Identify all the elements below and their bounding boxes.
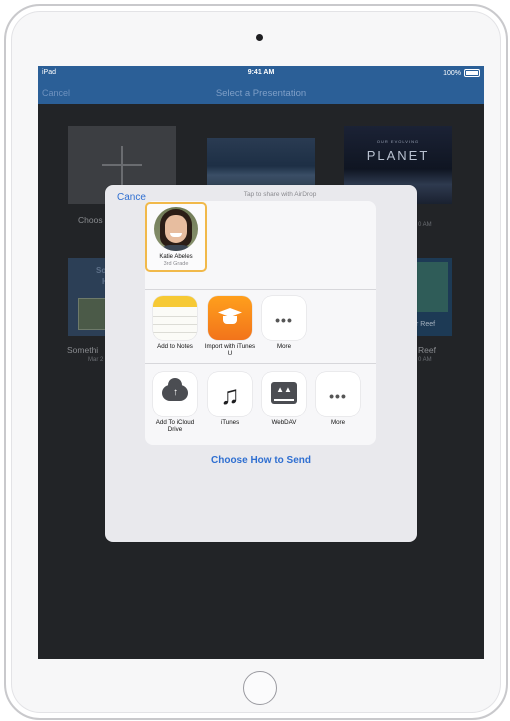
import-itunes-u-label: Import with iTunes U bbox=[204, 343, 256, 357]
battery-percent: 100% bbox=[443, 69, 461, 77]
more-icon: ••• bbox=[262, 296, 306, 340]
avatar-body bbox=[158, 245, 194, 251]
notes-icon-line bbox=[153, 324, 197, 325]
nav-title: Select a Presentation bbox=[215, 88, 307, 99]
share-actions-row: Add to Notes Import with iTunes U ••• Mo… bbox=[145, 289, 376, 364]
planet-upper-text: OUR EVOLVING bbox=[376, 139, 420, 144]
battery-icon bbox=[464, 69, 480, 77]
more-share-label: More bbox=[276, 343, 292, 350]
status-bar: iPad 9:41 AM 100% bbox=[38, 66, 484, 80]
airdrop-contact[interactable]: Katie Abeles 3rd Grade bbox=[145, 202, 207, 272]
webdav-label: WebDAV bbox=[271, 419, 297, 426]
notes-icon-header bbox=[153, 296, 197, 307]
notes-icon-line bbox=[153, 316, 197, 317]
airdrop-hint: Tap to share with AirDrop bbox=[243, 191, 317, 198]
webdav-icon: ▲▲ bbox=[262, 372, 306, 416]
sound-photo bbox=[78, 298, 108, 330]
itunes-icon: ♫ bbox=[208, 372, 252, 416]
reef-presentation-label: Reef bbox=[418, 345, 436, 355]
more-actions-label: More bbox=[330, 419, 346, 426]
itunes-label: iTunes bbox=[220, 419, 240, 426]
avatar-face bbox=[165, 215, 187, 243]
airdrop-section: Katie Abeles 3rd Grade bbox=[145, 201, 376, 289]
reef-presentation-time: 0 AM bbox=[418, 357, 432, 363]
webdav-button[interactable]: ▲▲ WebDAV bbox=[262, 372, 306, 427]
share-sheet: Cance Tap to share with AirDrop Katie Ab… bbox=[105, 185, 417, 542]
plus-icon-stem bbox=[121, 146, 123, 186]
sound-presentation-date: Mar 2 bbox=[88, 357, 104, 363]
sound-presentation-label: Somethi bbox=[67, 345, 99, 355]
status-time: 9:41 AM bbox=[247, 69, 275, 76]
add-to-notes-button[interactable]: Add to Notes bbox=[153, 296, 197, 351]
itunes-u-cap-base bbox=[223, 316, 237, 324]
icloud-drive-icon: ↑ bbox=[153, 372, 197, 416]
add-to-icloud-label: Add To iCloud Drive bbox=[155, 419, 195, 433]
add-to-notes-label: Add to Notes bbox=[157, 343, 193, 350]
planet-title-text: PLANET bbox=[366, 148, 430, 163]
reef-overlay-text: r Reef bbox=[416, 321, 436, 328]
planet-time: 0 AM bbox=[418, 222, 432, 228]
itunes-u-icon bbox=[208, 296, 252, 340]
status-right: 100% bbox=[443, 69, 480, 77]
notes-icon bbox=[153, 296, 197, 340]
itunes-button[interactable]: ♫ iTunes bbox=[208, 372, 252, 427]
home-button[interactable] bbox=[243, 671, 277, 705]
more-share-button[interactable]: ••• More bbox=[262, 296, 306, 351]
cloud-shape: ↑ bbox=[162, 378, 188, 401]
import-itunes-u-button[interactable]: Import with iTunes U bbox=[205, 296, 255, 358]
action-extensions-row: ↑ Add To iCloud Drive ♫ iTunes ▲▲ WebDAV… bbox=[145, 363, 376, 445]
top-bar: iPad 9:41 AM 100% Cancel Select a Presen… bbox=[38, 66, 484, 104]
more-actions-button[interactable]: ••• More bbox=[316, 372, 360, 427]
share-cancel-button[interactable]: Cance bbox=[117, 192, 146, 203]
contact-name: Katie Abeles bbox=[159, 254, 193, 260]
contact-subtitle: 3rd Grade bbox=[163, 261, 189, 267]
front-camera bbox=[256, 34, 263, 41]
new-presentation-label: Choos bbox=[78, 215, 103, 225]
choose-how-to-send-button[interactable]: Choose How to Send bbox=[105, 455, 417, 466]
notes-icon-line bbox=[153, 332, 197, 333]
add-to-icloud-drive-button[interactable]: ↑ Add To iCloud Drive bbox=[153, 372, 197, 434]
webdav-glyph: ▲▲ bbox=[271, 382, 297, 404]
avatar bbox=[154, 207, 198, 251]
more-icon: ••• bbox=[316, 372, 360, 416]
